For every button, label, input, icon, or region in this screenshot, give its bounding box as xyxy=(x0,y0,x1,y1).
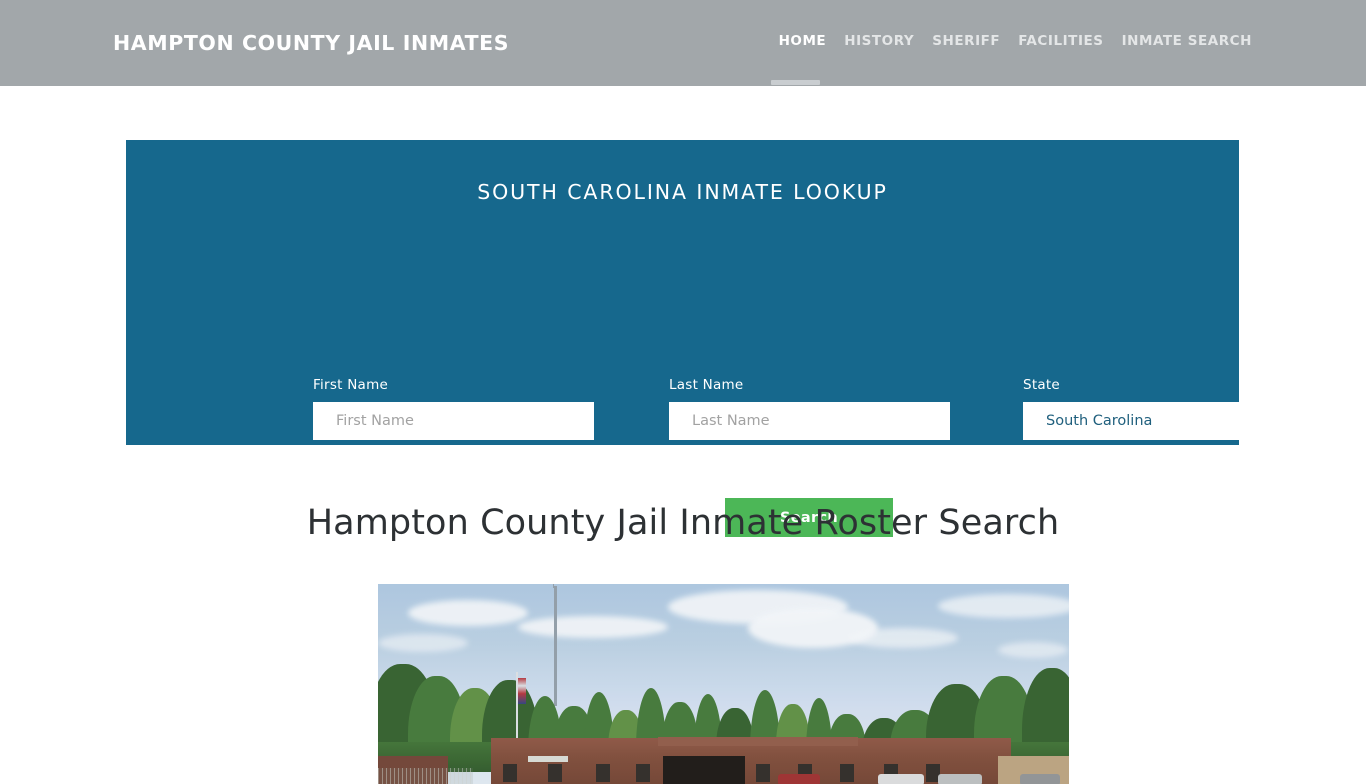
nav-item-inmate-search[interactable]: INMATE SEARCH xyxy=(1122,33,1252,49)
site-header: HAMPTON COUNTY JAIL INMATES HOME HISTORY… xyxy=(0,0,1366,86)
last-name-field-group: Last Name xyxy=(669,377,950,440)
nav-item-history[interactable]: HISTORY xyxy=(844,33,914,49)
cloud-shape xyxy=(518,616,668,638)
site-brand-logo[interactable]: HAMPTON COUNTY JAIL INMATES xyxy=(113,31,509,55)
last-name-input[interactable] xyxy=(669,402,950,440)
cloud-shape xyxy=(408,600,528,626)
building-window xyxy=(596,764,610,782)
nav-item-home[interactable]: HOME xyxy=(779,33,827,49)
american-flag xyxy=(518,678,526,704)
state-input[interactable] xyxy=(1023,402,1304,440)
page-title: Hampton County Jail Inmate Roster Search xyxy=(306,503,1060,543)
first-name-label: First Name xyxy=(313,377,389,393)
nav-item-sheriff[interactable]: SHERIFF xyxy=(932,33,1000,49)
cloud-shape xyxy=(998,642,1068,658)
nav-item-facilities[interactable]: FACILITIES xyxy=(1018,33,1103,49)
building-parapet xyxy=(658,737,858,746)
parked-car xyxy=(878,774,924,784)
last-name-label: Last Name xyxy=(669,377,744,393)
inmate-lookup-panel: SOUTH CAROLINA INMATE LOOKUP First Name … xyxy=(126,140,1304,537)
facility-photo xyxy=(378,584,1069,784)
building-entrance xyxy=(663,756,745,784)
perimeter-fence xyxy=(378,768,473,784)
parked-car xyxy=(778,774,820,784)
cloud-shape xyxy=(378,634,468,652)
building-window xyxy=(840,764,854,782)
parked-car xyxy=(1020,774,1060,784)
building-window xyxy=(756,764,770,782)
cloud-shape xyxy=(938,594,1069,618)
first-name-input[interactable] xyxy=(313,402,594,440)
parked-car xyxy=(938,774,982,784)
first-name-field-group: First Name xyxy=(313,377,594,440)
cloud-shape xyxy=(848,628,958,648)
building-window xyxy=(503,764,517,782)
primary-navigation: HOME HISTORY SHERIFF FACILITIES INMATE S… xyxy=(779,33,1252,49)
state-label: State xyxy=(1023,377,1060,393)
active-nav-indicator xyxy=(771,80,820,85)
state-field-group: State xyxy=(1023,377,1304,440)
building-window xyxy=(548,764,562,782)
lookup-panel-title: SOUTH CAROLINA INMATE LOOKUP xyxy=(477,180,888,204)
building-window xyxy=(636,764,650,782)
entrance-awning xyxy=(528,756,568,762)
